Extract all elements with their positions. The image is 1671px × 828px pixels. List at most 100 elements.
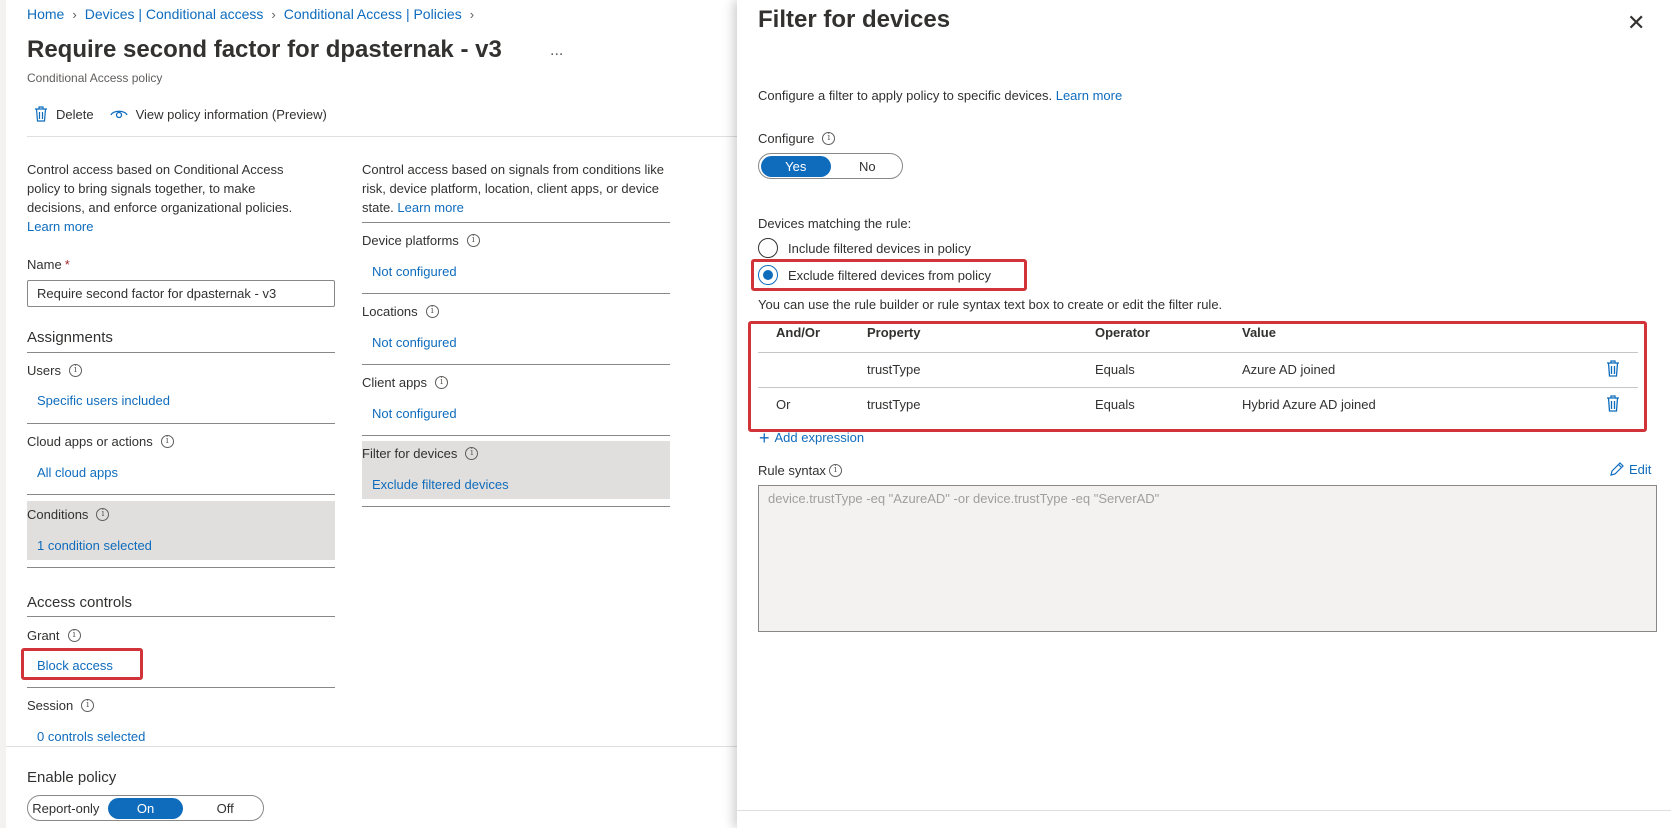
name-label: Name * xyxy=(27,257,70,272)
row1-property[interactable]: trustType xyxy=(867,362,920,377)
learn-more-link[interactable]: Learn more xyxy=(27,219,93,234)
rule-syntax-textbox[interactable]: device.trustType -eq "AzureAD" -or devic… xyxy=(758,485,1657,632)
locations-label: Locations i xyxy=(362,304,439,319)
learn-more-link[interactable]: Learn more xyxy=(1056,88,1122,103)
session-label: Session i xyxy=(27,698,95,713)
users-value[interactable]: Specific users included xyxy=(37,393,170,408)
chevron-right-icon: › xyxy=(271,6,276,22)
breadcrumb-devices[interactable]: Devices | Conditional access xyxy=(85,6,264,22)
row2-andor[interactable]: Or xyxy=(776,397,790,412)
eye-icon xyxy=(109,110,128,119)
info-icon[interactable]: i xyxy=(465,447,479,460)
page-subtitle: Conditional Access policy xyxy=(27,71,163,85)
client-apps-value[interactable]: Not configured xyxy=(372,406,457,421)
trash-icon xyxy=(35,106,47,122)
plus-icon: + xyxy=(759,427,770,448)
edit-button[interactable]: Edit xyxy=(1609,461,1651,477)
delete-button[interactable]: Delete xyxy=(34,106,94,122)
divider xyxy=(27,687,335,688)
exclude-option-label: Exclude filtered devices from policy xyxy=(788,267,992,283)
trash-icon[interactable] xyxy=(1606,360,1620,377)
divider xyxy=(27,423,335,424)
configure-yes[interactable]: Yes xyxy=(761,155,831,177)
filter-devices-label: Filter for devices i xyxy=(362,446,479,461)
access-controls-heading: Access controls xyxy=(27,594,133,611)
client-apps-label-text: Client apps xyxy=(362,375,428,390)
info-icon[interactable]: i xyxy=(81,699,95,712)
enable-option-on[interactable]: On xyxy=(107,797,184,819)
enable-option-report-only[interactable]: Report-only xyxy=(28,801,104,816)
info-icon[interactable]: i xyxy=(435,376,449,389)
col-header-value: Value xyxy=(1242,325,1276,340)
view-policy-info-button[interactable]: View policy information (Preview) xyxy=(109,107,327,122)
info-icon[interactable]: i xyxy=(68,364,82,377)
divider xyxy=(27,616,335,617)
configure-toggle[interactable]: Yes No xyxy=(758,153,903,179)
divider xyxy=(27,494,335,495)
cloud-apps-label: Cloud apps or actions i xyxy=(27,434,174,449)
divider xyxy=(27,567,335,568)
cloud-apps-value[interactable]: All cloud apps xyxy=(37,465,118,480)
info-icon[interactable]: i xyxy=(828,464,842,477)
configure-label: Configure i xyxy=(758,131,836,146)
divider xyxy=(758,387,1638,388)
row2-operator[interactable]: Equals xyxy=(1095,397,1135,412)
enable-policy-label: Enable policy xyxy=(27,769,117,786)
info-icon[interactable]: i xyxy=(67,629,81,642)
row1-value[interactable]: Azure AD joined xyxy=(1242,362,1335,377)
filter-devices-label-text: Filter for devices xyxy=(362,446,458,461)
conditions-value[interactable]: 1 condition selected xyxy=(37,538,152,553)
toolbar-divider xyxy=(27,136,738,137)
info-icon[interactable]: i xyxy=(96,508,110,521)
breadcrumb-policies[interactable]: Conditional Access | Policies xyxy=(284,6,462,22)
rule-syntax-label: Rule syntax i xyxy=(758,463,842,478)
exclude-option[interactable]: Exclude filtered devices from policy xyxy=(758,265,991,285)
panel-title: Filter for devices xyxy=(758,6,951,33)
conditions-description: Control access based on signals from con… xyxy=(362,160,672,217)
add-expression-button[interactable]: + Add expression xyxy=(759,427,864,448)
left-edge xyxy=(0,0,6,828)
radio-button-checked[interactable] xyxy=(758,265,778,285)
divider xyxy=(758,352,1638,353)
session-label-text: Session xyxy=(27,698,74,713)
row1-operator[interactable]: Equals xyxy=(1095,362,1135,377)
rule-hint: You can use the rule builder or rule syn… xyxy=(758,297,1223,312)
grant-value[interactable]: Block access xyxy=(37,658,113,673)
divider xyxy=(27,352,335,353)
footer-divider xyxy=(6,746,738,747)
info-icon[interactable]: i xyxy=(466,234,480,247)
configure-no[interactable]: No xyxy=(833,159,903,174)
locations-value[interactable]: Not configured xyxy=(372,335,457,350)
radio-button[interactable] xyxy=(758,238,778,258)
grant-label-text: Grant xyxy=(27,628,60,643)
chevron-right-icon: › xyxy=(72,6,77,22)
configure-label-text: Configure xyxy=(758,131,815,146)
device-platforms-value[interactable]: Not configured xyxy=(372,264,457,279)
device-platforms-label: Device platforms i xyxy=(362,233,480,248)
panel-description-text: Configure a filter to apply policy to sp… xyxy=(758,88,1053,103)
device-platforms-label-text: Device platforms xyxy=(362,233,459,248)
info-icon[interactable]: i xyxy=(425,305,439,318)
info-icon[interactable]: i xyxy=(160,435,174,448)
conditions-label-text: Conditions xyxy=(27,507,89,522)
filter-devices-value[interactable]: Exclude filtered devices xyxy=(372,477,509,492)
breadcrumb: Home › Devices | Conditional access › Co… xyxy=(27,6,482,22)
policy-name-input[interactable]: Require second factor for dpasternak - v… xyxy=(27,280,335,307)
more-options-icon[interactable]: ... xyxy=(550,42,563,60)
trash-icon[interactable] xyxy=(1606,395,1620,412)
edit-label: Edit xyxy=(1629,461,1652,477)
session-value[interactable]: 0 controls selected xyxy=(37,729,145,744)
policy-description: Control access based on Conditional Acce… xyxy=(27,160,312,236)
learn-more-link[interactable]: Learn more xyxy=(397,200,463,215)
enable-option-off[interactable]: Off xyxy=(187,801,263,816)
include-option-label: Include filtered devices in policy xyxy=(788,240,971,256)
info-icon[interactable]: i xyxy=(822,132,836,145)
divider xyxy=(362,293,670,294)
row2-value[interactable]: Hybrid Azure AD joined xyxy=(1242,397,1376,412)
row2-property[interactable]: trustType xyxy=(867,397,920,412)
breadcrumb-home[interactable]: Home xyxy=(27,6,64,22)
enable-policy-toggle[interactable]: Report-only On Off xyxy=(27,795,264,821)
include-option[interactable]: Include filtered devices in policy xyxy=(758,238,971,258)
col-header-andor: And/Or xyxy=(776,325,821,340)
close-icon[interactable]: ✕ xyxy=(1627,10,1645,36)
